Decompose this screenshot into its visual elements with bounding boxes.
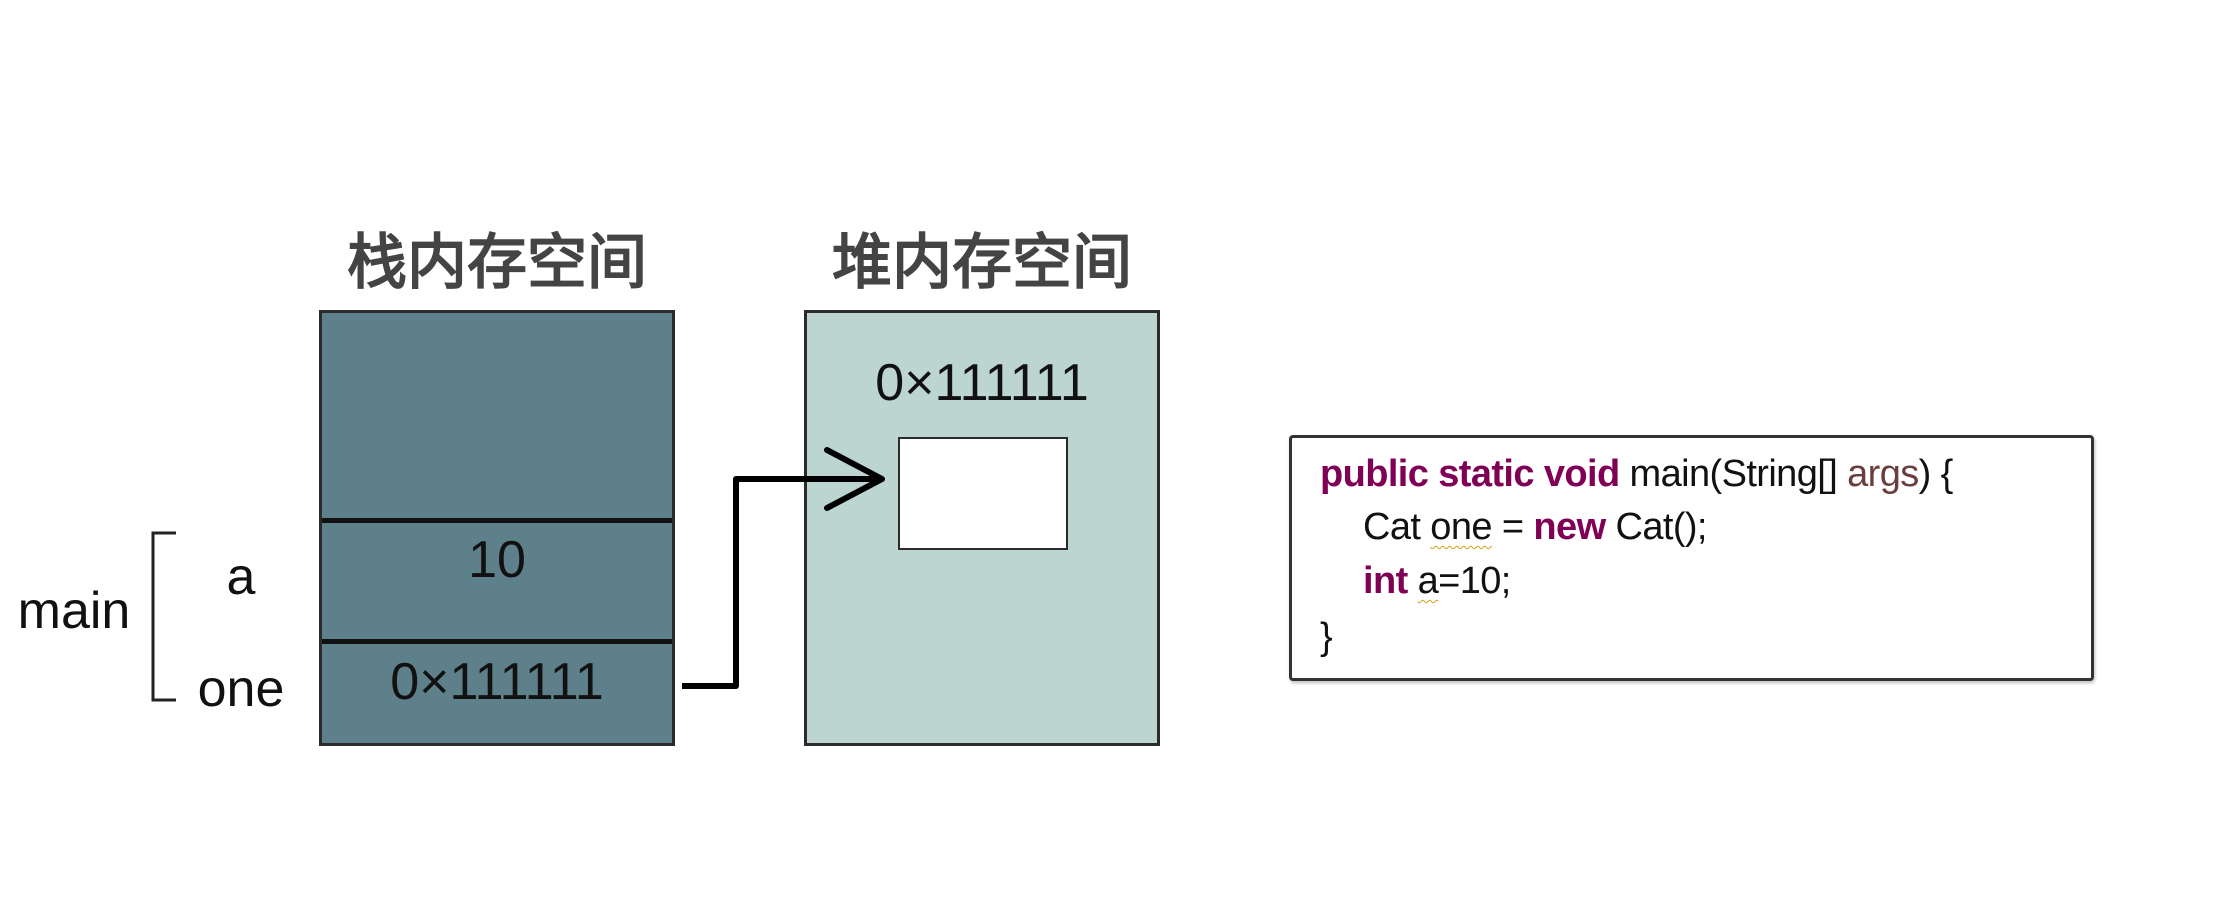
code-token: = [1491,506,1534,548]
code-token: Cat(); [1605,506,1707,548]
code-snippet-box: public static void main(String[] args) {… [1289,435,2094,681]
heap-object-address: 0×111111 [875,354,1089,412]
heap-memory-box: 0×111111 [804,310,1160,746]
stack-memory-box: 10 0×111111 [319,310,675,746]
heap-memory-title: 堆内存空间 [832,229,1132,296]
stack-memory-title: 栈内存空间 [347,229,647,296]
variable-label-a: a [226,548,256,606]
stack-row-divider [322,639,672,644]
frame-bracket [151,531,176,702]
code-token: int [1363,560,1408,602]
code-token: public static void [1320,453,1620,495]
code-line-4: } [1320,612,1333,662]
stack-value-one: 0×111111 [390,653,604,711]
code-token: a [1417,560,1439,602]
code-line-2: Cat one = new Cat(); [1363,502,1707,552]
stack-row-divider [322,518,672,523]
code-token: =10; [1438,560,1511,602]
stack-value-a: 10 [468,531,526,589]
code-line-1: public static void main(String[] args) { [1320,449,1953,499]
code-token: main(String[] [1619,453,1848,495]
heap-object-block [898,437,1068,550]
code-token: ) { [1918,453,1954,495]
code-line-3: int a=10; [1363,556,1511,606]
variable-label-one: one [197,660,285,718]
frame-label-main: main [17,582,131,640]
code-token: args [1847,453,1919,495]
code-token: } [1320,616,1333,658]
code-token: one [1430,506,1492,548]
memory-diagram: 栈内存空间 堆内存空间 10 0×111111 a one main 0×111… [0,0,2224,899]
code-token: new [1533,506,1606,548]
code-token: Cat [1363,506,1431,548]
